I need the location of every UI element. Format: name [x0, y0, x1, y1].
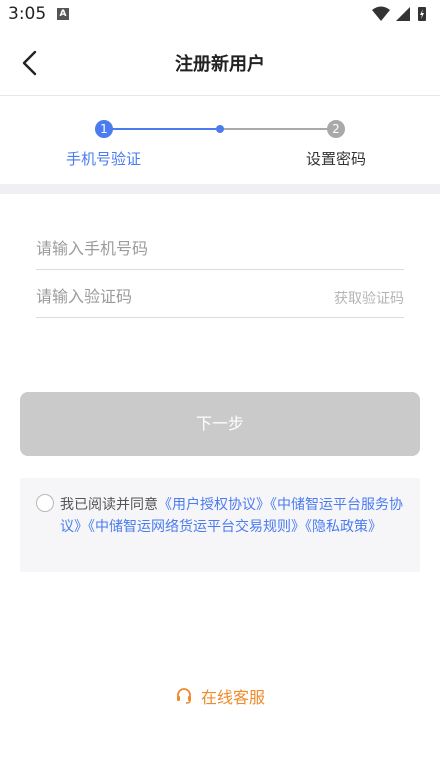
step-progress-dot	[216, 125, 224, 133]
status-icons	[372, 6, 426, 21]
privacy-policy-link[interactable]: 《隐私政策》	[305, 519, 382, 535]
step-1-label: 手机号验证	[66, 150, 142, 168]
headset-icon	[176, 688, 191, 704]
online-service-button[interactable]: 在线客服	[0, 684, 440, 708]
notification-icon: A	[57, 8, 69, 20]
get-code-button[interactable]: 获取验证码	[334, 288, 404, 308]
signal-icon	[396, 7, 410, 21]
online-service-label: 在线客服	[200, 688, 265, 707]
nav-bar: 注册新用户	[0, 30, 440, 96]
agree-radio[interactable]	[36, 494, 54, 512]
code-input[interactable]	[36, 274, 296, 318]
step-1-circle: 1	[95, 120, 113, 138]
page-title: 注册新用户	[175, 54, 265, 75]
step-2-label: 设置密码	[306, 150, 367, 168]
trading-rules-link[interactable]: 《中储智运网络货运平台交易规则》	[88, 519, 305, 535]
status-bar: 3:05 A	[0, 0, 440, 30]
status-time: 3:05	[8, 4, 47, 24]
step-2-circle: 2	[327, 120, 345, 138]
user-auth-agreement-link[interactable]: 《用户授权协议》	[158, 497, 270, 513]
agreement-prefix: 我已阅读并同意	[60, 497, 158, 513]
stepper: 1 2 手机号验证 设置密码	[0, 96, 440, 184]
code-field: 获取验证码	[36, 274, 404, 318]
next-button[interactable]: 下一步	[20, 392, 420, 456]
step-progress-line	[104, 128, 220, 130]
phone-input[interactable]	[36, 226, 296, 270]
phone-field	[36, 226, 404, 270]
agreement-text: 我已阅读并同意《用户授权协议》《中储智运平台服务协议》《中储智运网络货运平台交易…	[60, 494, 405, 538]
wifi-icon	[372, 6, 390, 21]
step-remaining-line	[220, 128, 336, 130]
section-divider	[0, 184, 440, 194]
agreement-box: 我已阅读并同意《用户授权协议》《中储智运平台服务协议》《中储智运网络货运平台交易…	[20, 478, 420, 572]
